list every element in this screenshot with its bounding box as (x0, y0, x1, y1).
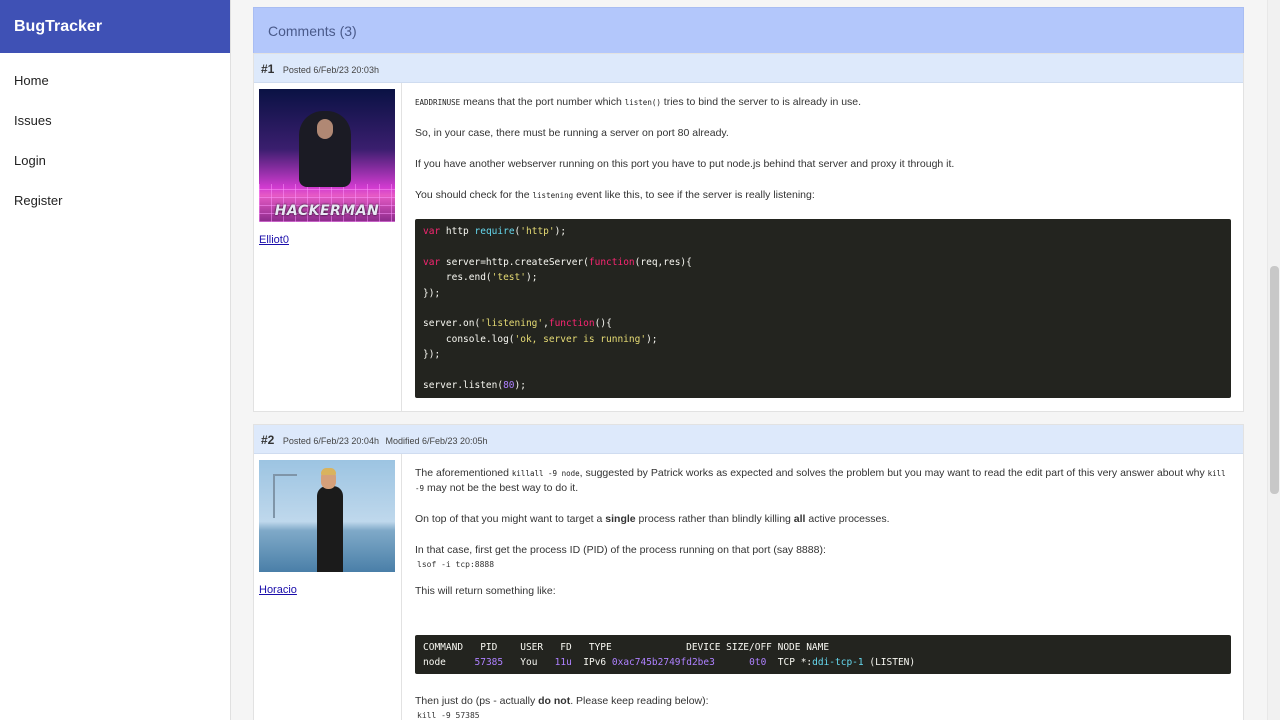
bold-text: all (793, 513, 806, 526)
comment-number: #1 (261, 62, 275, 76)
avatar-logo-text: HACKERMAN (274, 203, 380, 219)
comment-body: HACKERMAN Elliot0 EADDRINUSE means that … (254, 83, 1243, 412)
text-span: You should check for the (415, 189, 533, 201)
output-header: COMMAND PID USER FD TYPE DEVICE SIZE/OFF… (423, 642, 830, 654)
comment-number: #2 (261, 433, 275, 448)
comment-paragraph: This will return something like: (415, 585, 556, 598)
comment-paragraph: The aforementioned killall -9 node, sugg… (415, 466, 1231, 496)
bold-text: single (605, 513, 636, 526)
comment-gap (253, 412, 1244, 425)
comment: #2 Posted 6/Feb/23 20:04h Modified 6/Feb… (253, 424, 1244, 720)
app-brand[interactable]: BugTracker (0, 0, 230, 53)
command-snippet: lsof -i tcp:8888 (417, 560, 495, 570)
comment-author: HACKERMAN Elliot0 (254, 83, 402, 412)
avatar-figure (317, 486, 343, 573)
comment-paragraph: If you have another webserver running on… (415, 158, 955, 170)
comment-posted-date: Posted 6/Feb/23 20:04h (282, 436, 379, 447)
inline-code: listening (532, 191, 574, 200)
comment-modified-date: Modified 6/Feb/23 20:05h (385, 436, 488, 447)
avatar-hair (321, 468, 336, 476)
output-cell: TCP (777, 657, 795, 669)
output-cell: 11u (554, 657, 572, 669)
output-cell: 0t0 (749, 657, 767, 669)
comment-header: #2 Posted 6/Feb/23 20:04h Modified 6/Feb… (254, 425, 1243, 455)
text-span: Then just do (ps - actually (415, 695, 539, 708)
avatar-face (317, 119, 333, 139)
text-span: . Please keep reading below): (570, 695, 709, 708)
text-span: active processes. (805, 513, 890, 526)
text-span: may not be the best way to do it. (424, 482, 579, 495)
nav-login[interactable]: Login (0, 133, 230, 173)
main-content: Comments (3) #1 Posted 6/Feb/23 20:03h H… (231, 0, 1267, 720)
text-span: means that the port number which (460, 96, 625, 108)
scrollbar-thumb[interactable] (1270, 266, 1279, 494)
output-cell: 0xac745b2749fd2be3 (611, 657, 715, 669)
code-block[interactable]: var http require('http'); var server=htt… (415, 219, 1231, 399)
avatar-bg-decor (273, 474, 297, 477)
output-block[interactable]: COMMAND PID USER FD TYPE DEVICE SIZE/OFF… (415, 635, 1231, 675)
sidebar: BugTracker Home Issues Login Register (0, 0, 231, 720)
comment-paragraph: In that case, first get the process ID (… (415, 544, 826, 557)
output-cell: 57385 (474, 657, 504, 669)
text-span: tries to bind the server to is already i… (660, 96, 862, 108)
output-cell: node (423, 657, 446, 669)
inline-code: killall -9 node (511, 469, 580, 479)
text-span: process rather than blindly killing (635, 513, 794, 526)
author-link[interactable]: Elliot0 (259, 234, 401, 246)
text-span: The aforementioned (415, 467, 512, 480)
avatar-bg-decor (273, 474, 275, 519)
comment-posted-date: Posted 6/Feb/23 20:03h (282, 65, 379, 75)
output-cell: *: (800, 657, 813, 669)
comment-text: The aforementioned killall -9 node, sugg… (402, 454, 1243, 720)
comment-header: #1 Posted 6/Feb/23 20:03h (254, 54, 1243, 83)
comments-heading: Comments (3) (253, 7, 1244, 53)
output-cell: You (520, 657, 538, 669)
bold-text: do not (538, 695, 571, 708)
comment: #1 Posted 6/Feb/23 20:03h HACKERMAN Elli… (253, 53, 1244, 413)
comment-paragraph: EADDRINUSE means that the port number wh… (415, 95, 1231, 110)
nav-home[interactable]: Home (0, 53, 230, 93)
author-avatar: HACKERMAN (259, 89, 395, 222)
comment-text: EADDRINUSE means that the port number wh… (402, 83, 1243, 411)
page-scrollbar[interactable] (1267, 0, 1280, 720)
comment-body: Horacio The aforementioned killall -9 no… (254, 454, 1243, 720)
output-cell: (LISTEN) (863, 657, 916, 669)
text-span: On top of that you might want to target … (415, 513, 606, 526)
output-cell: ddi-tcp-1 (812, 657, 864, 669)
inline-code: EADDRINUSE (415, 98, 461, 107)
author-avatar (259, 460, 395, 573)
output-cell: IPv6 (583, 657, 607, 669)
command-snippet: kill -9 57385 (417, 711, 480, 720)
nav-register[interactable]: Register (0, 173, 230, 213)
text-span: , suggested by Patrick works as expected… (579, 467, 1208, 480)
comment-paragraph: On top of that you might want to target … (415, 512, 1231, 527)
comment-paragraph: You should check for the listening event… (415, 188, 1231, 203)
author-link[interactable]: Horacio (259, 584, 401, 596)
comment-paragraph: So, in your case, there must be running … (415, 127, 729, 139)
inline-code: listen() (624, 98, 661, 107)
nav-issues[interactable]: Issues (0, 93, 230, 133)
comment-paragraph: Then just do (ps - actually do not. Plea… (415, 694, 1231, 709)
comments-panel: Comments (3) #1 Posted 6/Feb/23 20:03h H… (253, 7, 1244, 720)
comment-author: Horacio (254, 454, 402, 720)
text-span: event like this, to see if the server is… (573, 189, 815, 201)
